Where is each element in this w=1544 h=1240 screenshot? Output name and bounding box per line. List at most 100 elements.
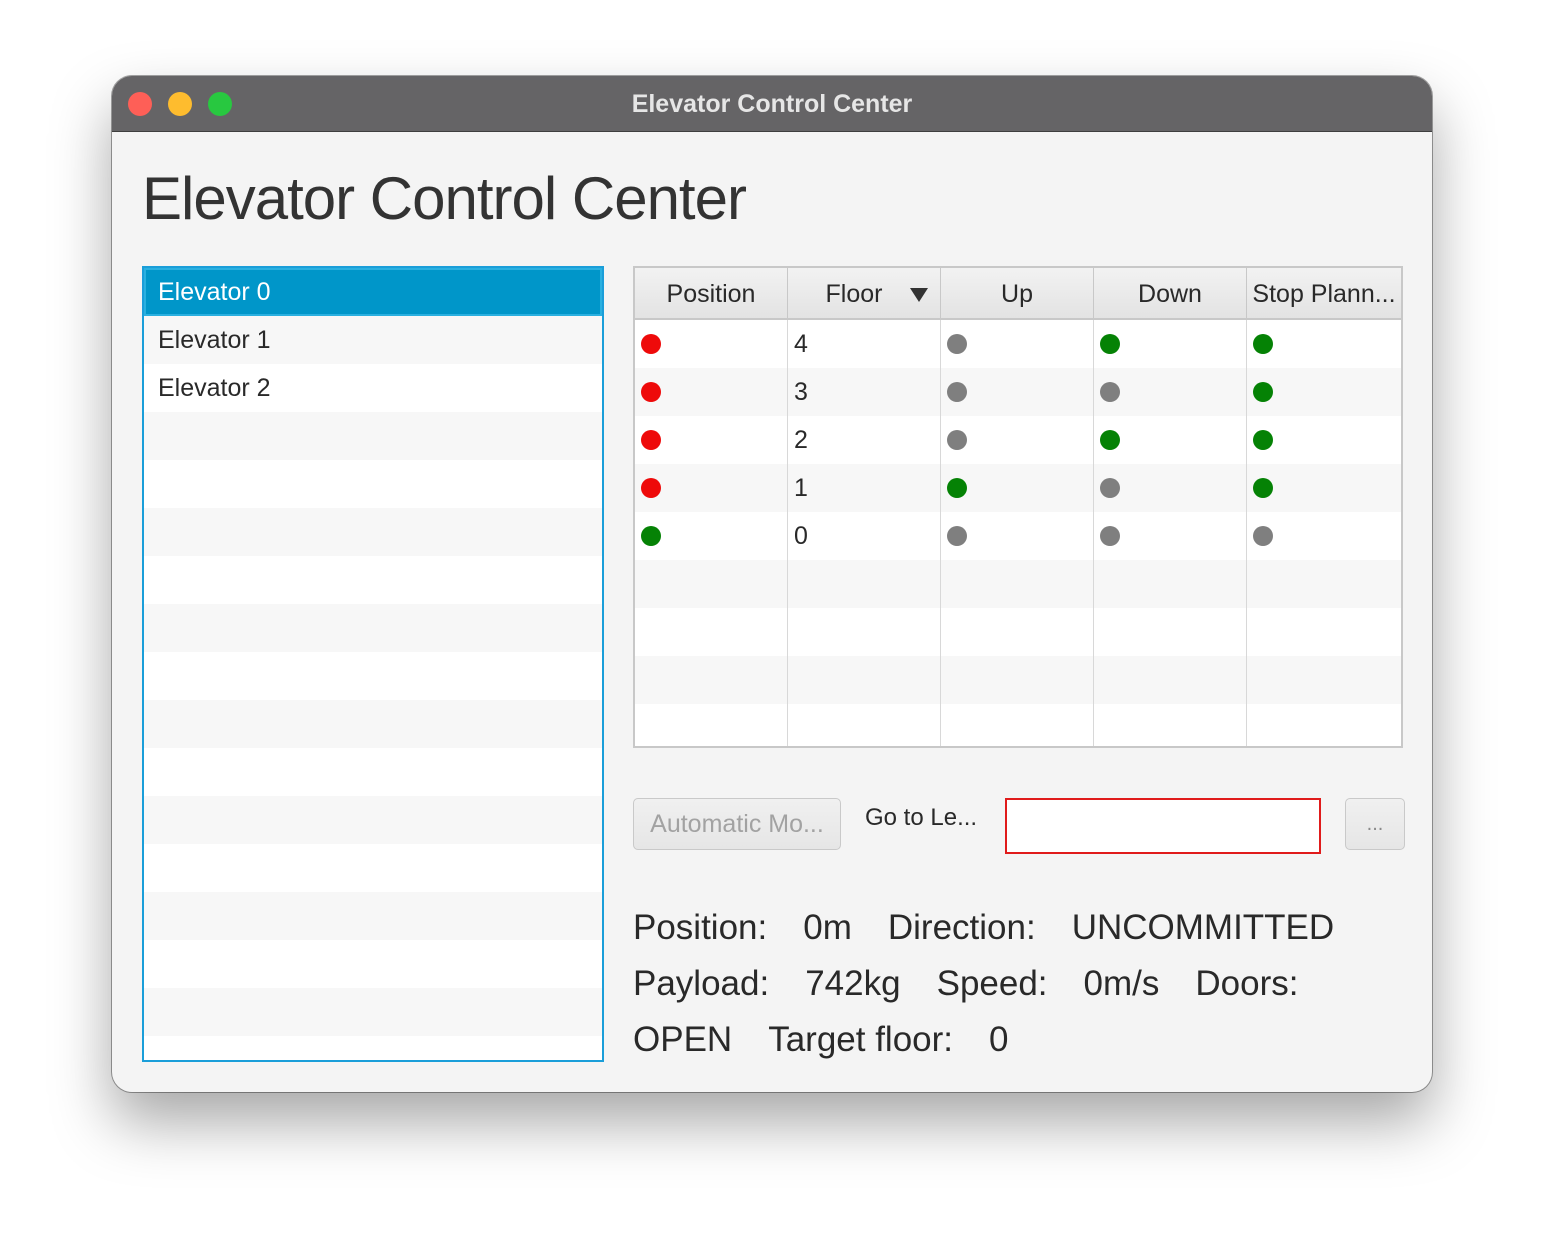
table-row[interactable]: 2 bbox=[635, 416, 1401, 464]
table-cell-stop bbox=[1247, 320, 1401, 368]
table-cell-stop bbox=[1247, 656, 1401, 704]
table-cell-floor: 3 bbox=[788, 368, 941, 416]
table-cell-position bbox=[635, 560, 788, 608]
column-header[interactable]: Floor bbox=[788, 268, 941, 320]
empty-list-row bbox=[144, 508, 602, 556]
table-cell-position bbox=[635, 512, 788, 560]
column-header[interactable]: Position bbox=[635, 268, 788, 320]
table-row[interactable]: 4 bbox=[635, 320, 1401, 368]
table-row[interactable]: 1 bbox=[635, 464, 1401, 512]
elevator-list-item[interactable]: Elevator 0 bbox=[144, 268, 602, 316]
table-cell-position bbox=[635, 704, 788, 746]
floor-table[interactable]: Position Floor Up Down Stop Plann... 43210 bbox=[633, 266, 1403, 748]
speed-label: Speed: bbox=[936, 964, 1048, 1003]
empty-list-row bbox=[144, 460, 602, 508]
table-cell-floor: 2 bbox=[788, 416, 941, 464]
table-cell-up bbox=[941, 512, 1094, 560]
status-green-dot-icon bbox=[1100, 430, 1120, 450]
status-green-dot-icon bbox=[1253, 478, 1273, 498]
status-gray-dot-icon bbox=[947, 382, 967, 402]
position-label: Position: bbox=[633, 908, 768, 947]
payload-value: 742kg bbox=[805, 964, 901, 1003]
doors-value: OPEN bbox=[633, 1020, 733, 1059]
table-cell-position bbox=[635, 464, 788, 512]
table-body: 43210 bbox=[635, 320, 1401, 746]
automatic-mode-button[interactable]: Automatic Mo... bbox=[633, 798, 841, 850]
table-cell-down bbox=[1094, 704, 1247, 746]
empty-list-row bbox=[144, 988, 602, 1036]
status-panel: Position: 0m Direction: UNCOMMITTED Payload… bbox=[633, 900, 1413, 1068]
table-cell-up bbox=[941, 464, 1094, 512]
table-cell-up bbox=[941, 368, 1094, 416]
goto-level-label: Go to Le... bbox=[865, 804, 978, 831]
table-cell-down bbox=[1094, 416, 1247, 464]
table-cell-up bbox=[941, 416, 1094, 464]
status-green-dot-icon bbox=[947, 478, 967, 498]
status-green-dot-icon bbox=[1100, 334, 1120, 354]
table-cell-down bbox=[1094, 608, 1247, 656]
table-cell-stop bbox=[1247, 608, 1401, 656]
status-gray-dot-icon bbox=[947, 430, 967, 450]
column-header-label: Stop Plann... bbox=[1252, 280, 1396, 308]
table-cell-floor bbox=[788, 608, 941, 656]
column-header-label: Position bbox=[666, 280, 756, 308]
table-cell-stop bbox=[1247, 512, 1401, 560]
table-row[interactable]: 0 bbox=[635, 512, 1401, 560]
status-gray-dot-icon bbox=[1100, 478, 1120, 498]
column-header[interactable]: Stop Plann... bbox=[1247, 268, 1401, 320]
table-row bbox=[635, 608, 1401, 656]
elevator-list-item[interactable]: Elevator 1 bbox=[144, 316, 602, 364]
table-cell-floor: 1 bbox=[788, 464, 941, 512]
table-row[interactable]: 3 bbox=[635, 368, 1401, 416]
empty-list-row bbox=[144, 844, 602, 892]
column-header-label: Floor bbox=[825, 280, 883, 308]
table-row bbox=[635, 656, 1401, 704]
goto-level-input[interactable] bbox=[1005, 798, 1321, 854]
table-cell-floor: 0 bbox=[788, 512, 941, 560]
status-green-dot-icon bbox=[1253, 334, 1273, 354]
window-title: Elevator Control Center bbox=[631, 90, 913, 118]
doors-label: Doors: bbox=[1195, 964, 1299, 1003]
payload-label: Payload: bbox=[633, 964, 770, 1003]
column-header[interactable]: Up bbox=[941, 268, 1094, 320]
table-header: Position Floor Up Down Stop Plann... bbox=[635, 268, 1401, 320]
speed-value: 0m/s bbox=[1083, 964, 1160, 1003]
table-cell-floor bbox=[788, 656, 941, 704]
status-gray-dot-icon bbox=[947, 334, 967, 354]
table-cell-position bbox=[635, 608, 788, 656]
target-floor-label: Target floor: bbox=[768, 1020, 954, 1059]
table-cell-up bbox=[941, 608, 1094, 656]
table-cell-up bbox=[941, 704, 1094, 746]
table-row bbox=[635, 704, 1401, 746]
status-red-dot-icon bbox=[641, 382, 661, 402]
table-cell-position bbox=[635, 416, 788, 464]
column-header-label: Down bbox=[1138, 280, 1202, 308]
table-cell-stop bbox=[1247, 416, 1401, 464]
column-header-label: Up bbox=[1001, 280, 1033, 308]
status-gray-dot-icon bbox=[1253, 526, 1273, 546]
column-header[interactable]: Down bbox=[1094, 268, 1247, 320]
table-cell-up bbox=[941, 560, 1094, 608]
title-bar[interactable]: Elevator Control Center bbox=[112, 76, 1432, 132]
table-cell-stop bbox=[1247, 704, 1401, 746]
table-cell-stop bbox=[1247, 368, 1401, 416]
table-cell-floor bbox=[788, 704, 941, 746]
table-cell-up bbox=[941, 320, 1094, 368]
table-cell-position bbox=[635, 656, 788, 704]
table-cell-floor: 4 bbox=[788, 320, 941, 368]
empty-list-row bbox=[144, 412, 602, 460]
goto-submit-button[interactable]: ... bbox=[1345, 798, 1405, 850]
empty-list-row bbox=[144, 604, 602, 652]
table-cell-floor bbox=[788, 560, 941, 608]
direction-value: UNCOMMITTED bbox=[1071, 908, 1335, 947]
target-floor-value: 0 bbox=[989, 1020, 1009, 1059]
status-gray-dot-icon bbox=[1100, 526, 1120, 546]
empty-list-row bbox=[144, 700, 602, 748]
status-green-dot-icon bbox=[641, 526, 661, 546]
status-red-dot-icon bbox=[641, 334, 661, 354]
app-window: Elevator Control Center Elevator Control… bbox=[112, 76, 1432, 1092]
table-cell-stop bbox=[1247, 560, 1401, 608]
elevator-list-item[interactable]: Elevator 2 bbox=[144, 364, 602, 412]
elevator-list[interactable]: Elevator 0 Elevator 1 Elevator 2 bbox=[142, 266, 604, 1062]
status-red-dot-icon bbox=[641, 430, 661, 450]
